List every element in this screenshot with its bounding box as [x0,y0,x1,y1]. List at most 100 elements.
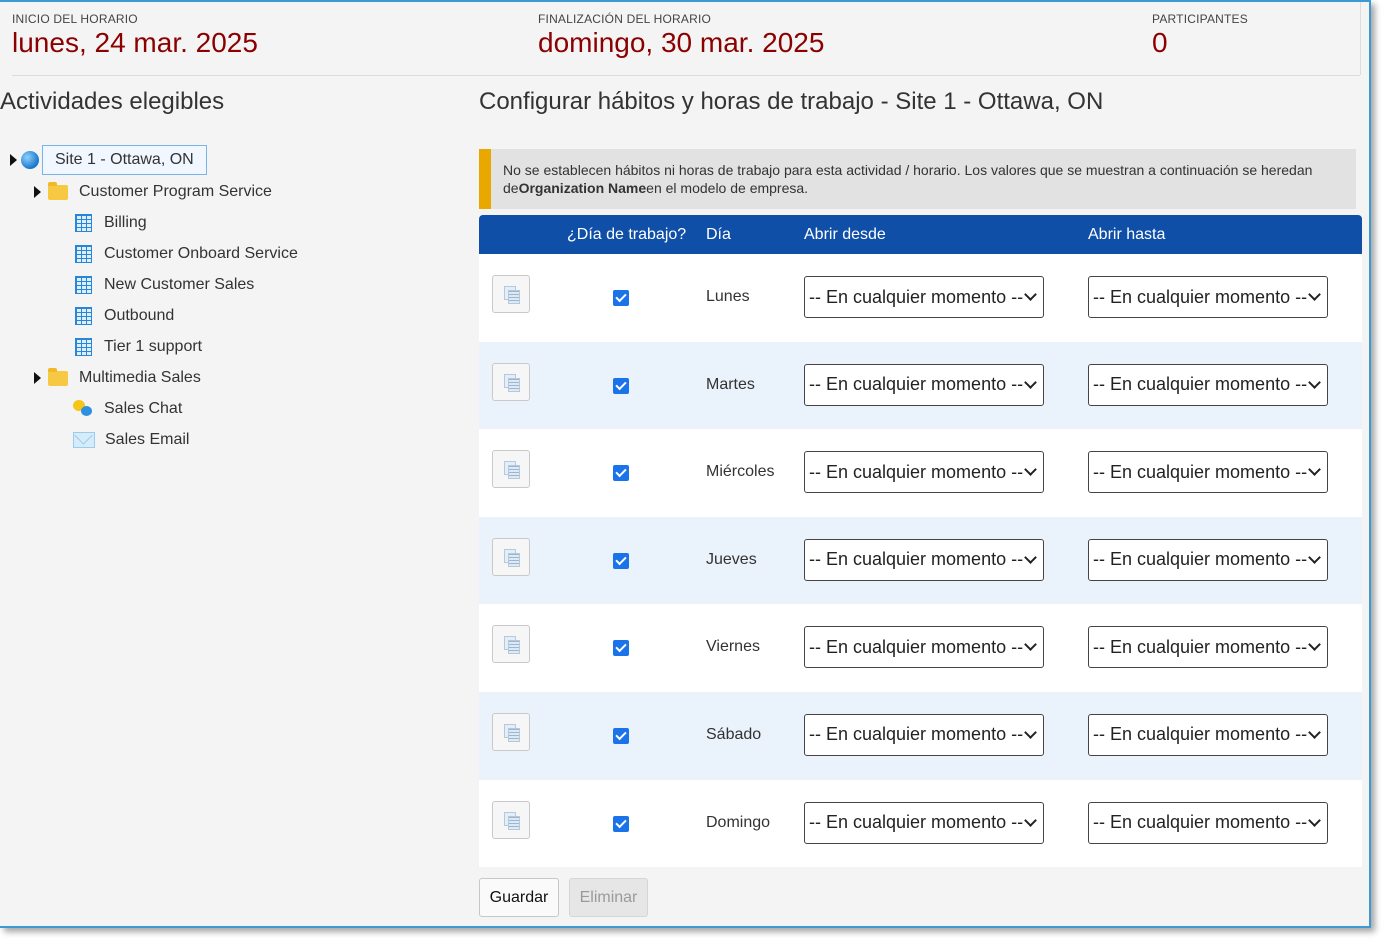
schedule-end-label: FINALIZACIÓN DEL HORARIO [538,12,712,26]
tree-node-site[interactable]: Site 1 - Ottawa, ON [10,145,207,175]
open-from-select[interactable]: -- En cualquier momento -- [804,626,1044,669]
table-header: ¿Día de trabajo? Día Abrir desde Abrir h… [479,215,1362,254]
copy-button[interactable] [492,800,530,839]
copy-button[interactable] [492,450,530,489]
table-row: Jueves -- En cualquier momento -- -- En … [479,516,1362,605]
workday-checkbox[interactable] [613,552,629,569]
open-from-select[interactable]: -- En cualquier momento -- [804,363,1044,406]
schedule-start-label: INICIO DEL HORARIO [12,12,138,26]
select-value: -- En cualquier momento -- [1093,374,1308,395]
table-row: Miércoles -- En cualquier momento -- -- … [479,429,1362,517]
chevron-down-icon [1024,375,1037,389]
copy-icon [504,811,520,830]
tree-node-label: New Customer Sales [104,276,255,293]
expand-triangle-icon[interactable] [10,154,17,166]
participants-value: 0 [1152,27,1168,58]
tree-node-label: Billing [104,214,147,231]
expand-triangle-icon[interactable] [34,372,41,384]
select-value: -- En cualquier momento -- [1093,461,1308,482]
select-value: -- En cualquier momento -- [1093,636,1308,657]
workday-checkbox[interactable] [613,465,629,482]
save-button[interactable]: Guardar [479,878,559,917]
expand-triangle-icon[interactable] [34,186,41,198]
copy-button[interactable] [492,275,530,313]
schedule-end-value: domingo, 30 mar. 2025 [538,27,825,58]
tree-node-multimedia-sales[interactable]: Multimedia Sales [34,364,201,392]
tree-node-label: Customer Program Service [79,183,272,200]
tree-node-sales-email[interactable]: Sales Email [73,426,189,454]
tree-node-customer-program-service[interactable]: Customer Program Service [34,178,272,206]
tree-node-label: Sales Chat [104,400,183,417]
select-value: -- En cualquier momento -- [809,374,1024,395]
select-value: -- En cualquier momento -- [1093,286,1308,307]
select-value: -- En cualquier momento -- [809,636,1024,657]
col-workday: ¿Día de trabajo? [567,226,687,243]
chevron-down-icon [1308,375,1321,389]
day-label: Viernes [706,638,760,656]
chevron-down-icon [1308,813,1321,827]
workday-checkbox[interactable] [613,815,629,832]
day-label: Sábado [706,725,762,743]
chevron-down-icon [1308,726,1321,739]
open-to-select[interactable]: -- En cualquier momento -- [1088,538,1328,581]
open-from-select[interactable]: -- En cualquier momento -- [804,276,1044,318]
configure-title: Configurar hábitos y horas de trabajo - … [479,88,1104,115]
chevron-down-icon [1308,463,1321,477]
queue-icon [75,214,92,232]
chevron-down-icon [1024,288,1037,301]
copy-icon [504,461,520,480]
open-from-select[interactable]: -- En cualquier momento -- [804,538,1044,581]
tree-node-new-customer-sales[interactable]: New Customer Sales [75,271,254,299]
select-value: -- En cualquier momento -- [809,812,1024,833]
day-label: Miércoles [706,463,775,481]
day-label: Domingo [706,813,771,831]
participants: PARTICIPANTES 0 [1152,12,1248,59]
workday-checkbox[interactable] [613,727,629,744]
open-to-select[interactable]: -- En cualquier momento -- [1088,626,1328,669]
select-value: -- En cualquier momento -- [1093,812,1308,833]
workday-checkbox[interactable] [613,377,629,394]
globe-icon [21,151,39,169]
open-from-select[interactable]: -- En cualquier momento -- [804,451,1044,494]
tree-node-billing[interactable]: Billing [75,209,147,237]
tree-node-label: Customer Onboard Service [104,245,298,262]
queue-icon [75,245,92,263]
open-to-select[interactable]: -- En cualquier momento -- [1088,713,1328,756]
copy-icon [504,548,520,567]
day-label: Jueves [706,550,757,568]
tree-node-outbound[interactable]: Outbound [75,302,174,330]
open-from-select[interactable]: -- En cualquier momento -- [804,713,1044,756]
open-to-select[interactable]: -- En cualquier momento -- [1088,363,1328,406]
copy-button[interactable] [492,537,530,576]
open-to-select[interactable]: -- En cualquier momento -- [1088,801,1328,844]
open-to-select[interactable]: -- En cualquier momento -- [1088,451,1328,494]
open-from-select[interactable]: -- En cualquier momento -- [804,801,1044,844]
copy-icon [504,373,520,392]
header-divider [12,75,1360,76]
select-value: -- En cualquier momento -- [809,461,1024,482]
select-value: -- En cualquier momento -- [1093,724,1308,745]
chevron-down-icon [1024,726,1037,739]
day-label: Lunes [706,288,750,305]
copy-button[interactable] [492,712,530,751]
tree-node-sales-chat[interactable]: Sales Chat [73,395,182,423]
tree-node-tier1-support[interactable]: Tier 1 support [75,333,202,361]
copy-button[interactable] [492,362,530,401]
workday-checkbox[interactable] [613,640,629,657]
select-value: -- En cualquier momento -- [809,724,1024,745]
col-open-from: Abrir desde [804,226,886,243]
app-window: INICIO DEL HORARIO lunes, 24 mar. 2025 F… [0,0,1371,928]
copy-button[interactable] [492,625,530,664]
col-day: Día [706,226,731,243]
tree-node-customer-onboard-service[interactable]: Customer Onboard Service [75,240,298,268]
open-to-select[interactable]: -- En cualquier momento -- [1088,276,1328,318]
delete-button[interactable]: Eliminar [569,878,648,917]
notice-text-end: en el modelo de empresa. [646,180,809,196]
workday-checkbox[interactable] [613,290,629,306]
chevron-down-icon [1024,638,1037,652]
tree-node-label[interactable]: Site 1 - Ottawa, ON [42,145,207,175]
select-value: -- En cualquier momento -- [809,549,1024,570]
copy-icon [504,286,520,304]
eligible-activities-title: Actividades elegibles [0,88,225,115]
table-row: Viernes -- En cualquier momento -- -- En… [479,604,1362,692]
